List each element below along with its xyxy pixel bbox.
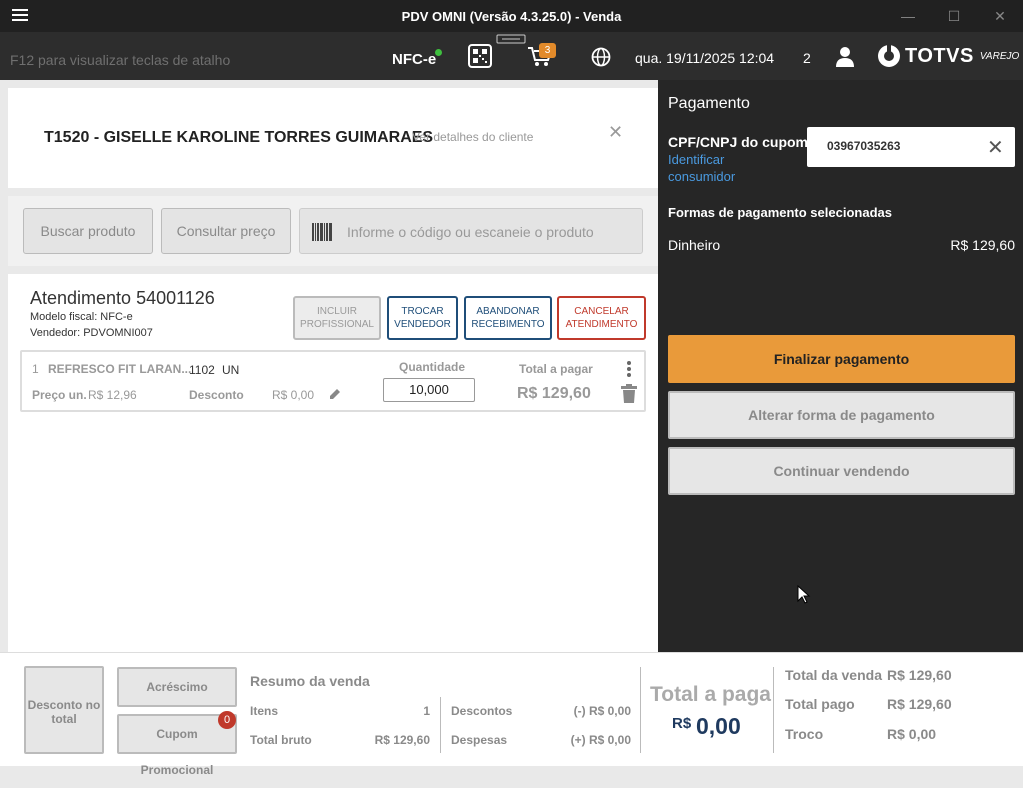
discounts-label: Descontos xyxy=(451,704,513,718)
fiscal-status-dot xyxy=(435,49,442,56)
sale-total-label: Total da venda xyxy=(785,667,882,683)
minimize-icon[interactable]: — xyxy=(898,6,918,26)
payment-panel: Pagamento CPF/CNPJ do cupom Identificar … xyxy=(658,80,1023,652)
change-seller-button[interactable]: TROCAR VENDEDOR xyxy=(387,296,458,340)
fiscal-model: Modelo fiscal: NFC-e xyxy=(30,311,133,323)
cpf-input[interactable]: 03967035263 ✕ xyxy=(807,127,1015,167)
continue-selling-button[interactable]: Continuar vendendo xyxy=(668,447,1015,495)
divider xyxy=(773,667,774,753)
gross-total-label: Total bruto xyxy=(250,733,312,747)
quantity-label: Quantidade xyxy=(399,360,466,374)
fiscal-mode: NFC-e xyxy=(392,51,437,68)
change-payment-method-button[interactable]: Alterar forma de pagamento xyxy=(668,391,1015,439)
cpf-label: CPF/CNPJ do cupom xyxy=(668,134,809,150)
payment-methods-title: Formas de pagamento selecionadas xyxy=(668,205,892,220)
datetime: qua. 19/11/2025 12:04 xyxy=(635,50,775,66)
clear-cpf-icon[interactable]: ✕ xyxy=(987,135,1004,160)
finalize-payment-button[interactable]: Finalizar pagamento xyxy=(668,335,1015,383)
summary-title: Resumo da venda xyxy=(250,673,370,689)
scan-placeholder: Informe o código ou escaneie o produto xyxy=(347,224,594,240)
edit-discount-icon[interactable] xyxy=(328,387,342,401)
product-search-bar: Buscar produto Consultar preço Informe o… xyxy=(8,196,658,266)
qrcode-icon[interactable] xyxy=(468,44,492,68)
change-value: R$ 0,00 xyxy=(887,726,937,742)
surcharge-button[interactable]: Acréscimo xyxy=(117,667,237,707)
item-name: REFRESCO FIT LARAN... xyxy=(48,362,192,376)
shortcut-hint: F12 para visualizar teclas de atalho xyxy=(10,52,231,68)
discount-label: Desconto xyxy=(189,388,244,402)
change-label: Troco xyxy=(785,726,824,742)
item-total: R$ 129,60 xyxy=(517,385,591,402)
globe-icon[interactable] xyxy=(591,47,611,67)
item-code: 1102 xyxy=(189,363,215,377)
attendance-title: Atendimento 54001126 xyxy=(30,288,215,308)
sale-summary-bar: Desconto no total Acréscimo Cupom Promoc… xyxy=(0,652,1023,777)
discounts-value: (-) R$ 0,00 xyxy=(573,704,631,718)
cart-count-badge: 3 xyxy=(539,43,556,58)
client-card: T1520 - GISELLE KAROLINE TORRES GUIMARAE… xyxy=(8,88,658,188)
client-details-link[interactable]: Ver detalhes do cliente xyxy=(412,130,533,144)
totvs-logo-icon xyxy=(878,45,900,67)
product-scan-input[interactable]: Informe o código ou escaneie o produto xyxy=(299,208,643,254)
brand-sub: VAREJO xyxy=(979,50,1020,62)
payment-method-name: Dinheiro xyxy=(668,237,721,253)
user-count: 2 xyxy=(803,50,811,66)
user-icon[interactable] xyxy=(835,46,855,68)
total-discount-button[interactable]: Desconto no total xyxy=(24,666,104,754)
gross-total-value: R$ 129,60 xyxy=(374,733,430,747)
unit-price: R$ 12,96 xyxy=(88,388,137,402)
amount-due-label: Total a paga xyxy=(650,683,771,706)
paid-total-label: Total pago xyxy=(785,696,855,712)
close-icon[interactable]: ✕ xyxy=(990,6,1010,26)
divider xyxy=(440,697,441,753)
amount-due-value: 0,00 xyxy=(696,713,741,739)
identify-consumer-link[interactable]: Identificar consumidor xyxy=(668,151,778,185)
quantity-input[interactable]: 10,000 xyxy=(383,378,475,402)
sale-panel: Atendimento 54001126 Modelo fiscal: NFC-… xyxy=(8,274,658,652)
search-product-button[interactable]: Buscar produto xyxy=(23,208,153,254)
paid-total-value: R$ 129,60 xyxy=(887,696,952,712)
mouse-cursor-icon xyxy=(797,585,811,604)
amount-due-currency: R$ xyxy=(672,715,692,732)
sale-item-row[interactable]: 1 REFRESCO FIT LARAN... 1102 UN Preço un… xyxy=(20,350,646,412)
client-name: T1520 - GISELLE KAROLINE TORRES GUIMARAE… xyxy=(44,129,434,146)
totvs-logo: TOTVS VAREJO xyxy=(877,43,1019,69)
barcode-icon xyxy=(312,223,332,241)
divider xyxy=(640,667,641,753)
item-index: 1 xyxy=(32,362,39,376)
item-total-label: Total a pagar xyxy=(519,362,593,376)
expenses-label: Despesas xyxy=(451,733,508,747)
header-bar: F12 para visualizar teclas de atalho NFC… xyxy=(0,32,1023,80)
sale-total-value: R$ 129,60 xyxy=(887,667,952,683)
include-professional-button[interactable]: INCLUIR PROFISSIONAL xyxy=(293,296,381,340)
items-value: 1 xyxy=(423,704,430,718)
unit-price-label: Preço un. xyxy=(32,388,87,402)
brand-name: TOTVS xyxy=(905,44,974,67)
window-title: PDV OMNI (Versão 4.3.25.0) - Venda xyxy=(401,9,622,24)
payment-method-value: R$ 129,60 xyxy=(950,237,1015,253)
discount-value: R$ 0,00 xyxy=(272,388,315,402)
maximize-icon[interactable]: ☐ xyxy=(944,6,964,26)
cancel-attendance-button[interactable]: CANCELAR ATENDIMENTO xyxy=(557,296,646,340)
payment-title: Pagamento xyxy=(668,95,750,112)
item-unit: UN xyxy=(222,363,240,377)
check-price-button[interactable]: Consultar preço xyxy=(161,208,291,254)
items-label: Itens xyxy=(250,704,279,718)
coupon-count-badge: 0 xyxy=(218,711,236,729)
trash-icon[interactable] xyxy=(620,384,638,404)
keyboard-icon[interactable] xyxy=(496,34,526,44)
abandon-receipt-button[interactable]: ABANDONAR RECEBIMENTO xyxy=(464,296,552,340)
more-options-icon[interactable] xyxy=(624,360,634,378)
remove-client-icon[interactable]: ✕ xyxy=(608,122,623,143)
expenses-value: (+) R$ 0,00 xyxy=(570,733,631,747)
seller: Vendedor: PDVOMNI007 xyxy=(30,327,153,339)
cpf-value: 03967035263 xyxy=(827,139,901,153)
title-bar: PDV OMNI (Versão 4.3.25.0) - Venda — ☐ ✕ xyxy=(0,0,1023,32)
